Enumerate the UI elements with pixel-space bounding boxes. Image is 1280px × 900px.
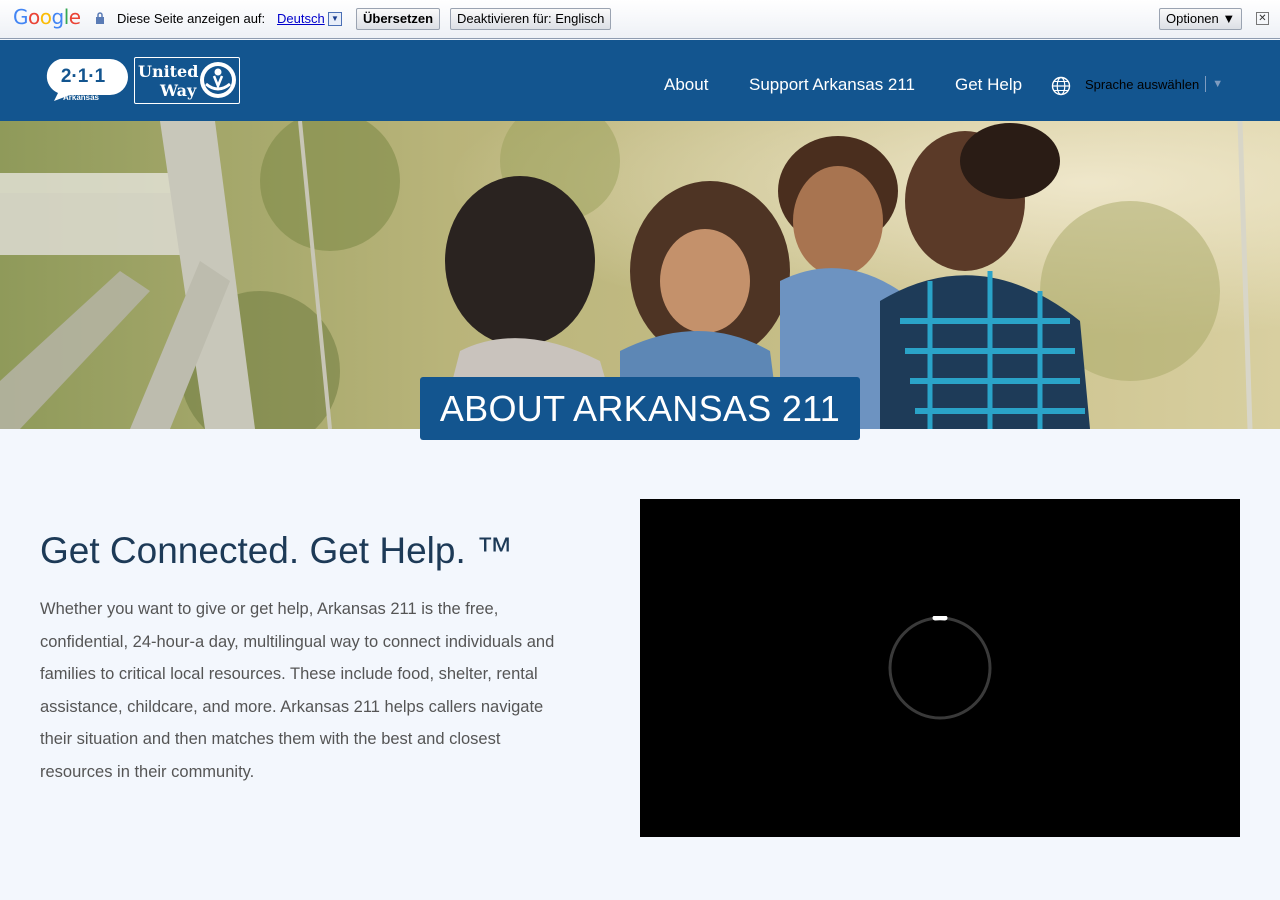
- translate-bar: Google Diese Seite anzeigen auf: Deutsch…: [0, 0, 1280, 39]
- site-header: 2·1·1 Arkansas United Way About Support …: [0, 40, 1280, 121]
- language-dropdown-icon[interactable]: ▼: [328, 12, 342, 26]
- translate-button[interactable]: Übersetzen: [356, 8, 441, 30]
- globe-icon: [1051, 76, 1071, 96]
- logo-211-state: Arkansas: [63, 93, 100, 102]
- logo-211-number: 2·1·1: [61, 66, 106, 87]
- google-logo: Google: [13, 5, 81, 29]
- nav-get-help[interactable]: Get Help: [955, 75, 1022, 95]
- language-select-label: Sprache auswählen: [1085, 76, 1200, 92]
- options-button[interactable]: Optionen ▼: [1159, 8, 1243, 30]
- language-link[interactable]: Deutsch: [277, 11, 325, 26]
- translate-prompt: Diese Seite anzeigen auf:: [117, 11, 266, 26]
- language-select-divider: [1205, 76, 1207, 92]
- lock-icon: [96, 12, 104, 24]
- video-player[interactable]: [640, 499, 1240, 837]
- hero-title: ABOUT ARKANSAS 211: [420, 377, 860, 440]
- logo-211-arkansas[interactable]: 2·1·1 Arkansas: [40, 57, 128, 102]
- nav-about[interactable]: About: [664, 75, 708, 95]
- language-select[interactable]: Sprache auswählen ▼: [1085, 76, 1223, 92]
- chevron-down-icon: ▼: [1212, 78, 1224, 90]
- close-icon[interactable]: ✕: [1256, 12, 1269, 25]
- section-heading: Get Connected. Get Help. ™: [40, 530, 514, 571]
- loading-spinner-icon: [888, 616, 992, 720]
- logo-uw-line1: United: [138, 62, 198, 81]
- disable-translation-button[interactable]: Deaktivieren für: Englisch: [450, 8, 612, 30]
- logo-united-way[interactable]: United Way: [134, 57, 240, 104]
- nav-support-arkansas-211[interactable]: Support Arkansas 211: [749, 75, 915, 95]
- logo-uw-line2: Way: [159, 81, 197, 100]
- section-body: Whether you want to give or get help, Ar…: [40, 600, 555, 781]
